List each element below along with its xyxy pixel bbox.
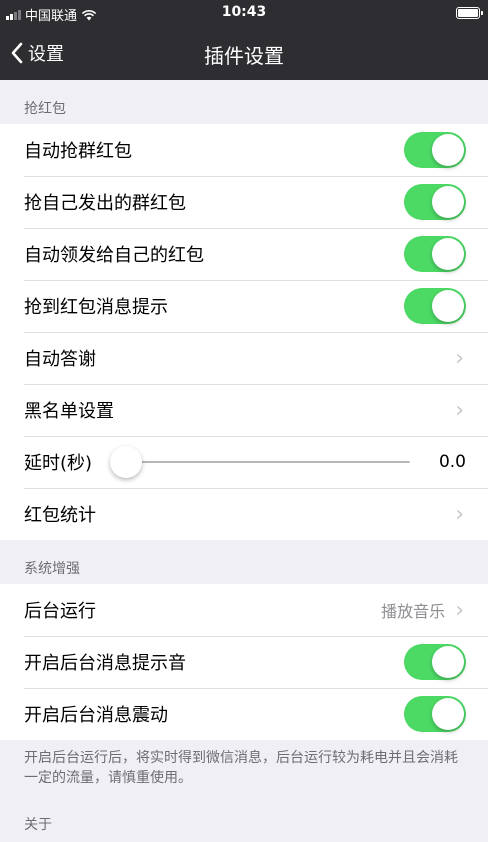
row-label: 开启后台消息震动	[24, 705, 168, 726]
battery-icon	[456, 7, 483, 19]
row-label: 自动抢群红包	[24, 141, 132, 162]
row-bg-sound: 开启后台消息提示音	[0, 636, 488, 688]
group-system: 后台运行 播放音乐 › 开启后台消息提示音 开启后台消息震动	[0, 584, 488, 740]
toggle-knob	[432, 646, 464, 678]
row-label: 黑名单设置	[24, 401, 114, 422]
row-label: 红包统计	[24, 505, 96, 526]
auto-receive-own-toggle[interactable]	[404, 236, 466, 272]
row-auto-receive-own: 自动领发给自己的红包	[0, 228, 488, 280]
chevron-right-icon: ›	[455, 397, 464, 423]
row-blacklist[interactable]: 黑名单设置 ›	[0, 384, 488, 436]
slider-thumb[interactable]	[110, 446, 142, 478]
chevron-right-icon: ›	[455, 345, 464, 371]
section-header-about: 关于	[0, 800, 488, 842]
status-bar: 中国联通 10:43	[0, 0, 488, 26]
row-auto-grab-group: 自动抢群红包	[0, 124, 488, 176]
slider-track	[112, 461, 410, 463]
toggle-knob	[432, 238, 464, 270]
nav-bar: 设置 插件设置	[0, 26, 488, 80]
row-stats[interactable]: 红包统计 ›	[0, 488, 488, 540]
toggle-knob	[432, 134, 464, 166]
row-delay: 延时(秒) 0.0	[0, 436, 488, 488]
background-run-value: 播放音乐	[381, 602, 446, 621]
section-header-red-packet: 抢红包	[24, 101, 66, 117]
toggle-knob	[432, 698, 464, 730]
back-label: 设置	[28, 44, 64, 65]
section-header-system: 系统增强	[24, 561, 80, 577]
auto-grab-group-toggle[interactable]	[404, 132, 466, 168]
row-label: 开启后台消息提示音	[24, 653, 186, 674]
row-auto-thanks[interactable]: 自动答谢 ›	[0, 332, 488, 384]
chevron-right-icon: ›	[455, 597, 464, 623]
chevron-right-icon: ›	[455, 501, 464, 527]
row-label: 自动答谢	[24, 349, 96, 370]
row-label: 延时(秒)	[24, 453, 93, 474]
row-label: 抢自己发出的群红包	[24, 193, 186, 214]
battery-fill	[458, 9, 478, 17]
bg-sound-toggle[interactable]	[404, 644, 466, 680]
bg-vibrate-toggle[interactable]	[404, 696, 466, 732]
row-grab-own-group: 抢自己发出的群红包	[0, 176, 488, 228]
row-label: 抢到红包消息提示	[24, 297, 168, 318]
chevron-left-icon	[11, 42, 23, 64]
page-title: 插件设置	[204, 44, 284, 68]
grab-own-group-toggle[interactable]	[404, 184, 466, 220]
toggle-knob	[432, 290, 464, 322]
group-red-packet: 自动抢群红包 抢自己发出的群红包 自动领发给自己的红包 抢到红包消息提示 自动答…	[0, 124, 488, 540]
row-background-run[interactable]: 后台运行 播放音乐 ›	[0, 584, 488, 636]
system-footer-note: 开启后台运行后，将实时得到微信消息，后台运行较为耗电并且会消耗一定的流量，请慎重…	[24, 750, 458, 786]
row-label: 自动领发给自己的红包	[24, 245, 204, 266]
row-grab-notify: 抢到红包消息提示	[0, 280, 488, 332]
back-button[interactable]: 设置	[10, 40, 64, 66]
toggle-knob	[432, 186, 464, 218]
delay-value: 0.0	[438, 452, 466, 472]
row-label: 后台运行	[24, 601, 96, 622]
delay-slider[interactable]	[110, 444, 410, 480]
status-time: 10:43	[221, 4, 267, 20]
row-bg-vibrate: 开启后台消息震动	[0, 688, 488, 740]
grab-notify-toggle[interactable]	[404, 288, 466, 324]
